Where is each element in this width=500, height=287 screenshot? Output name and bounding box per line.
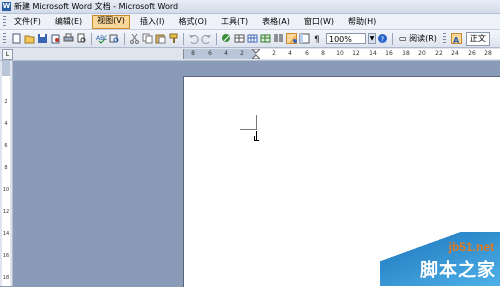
standard-toolbar: ABC ¶ 100% ▼ ? ▭ 阅读(R) A 正文 — [0, 30, 500, 48]
watermark-site: jb51.net — [448, 240, 494, 254]
permission-icon[interactable] — [50, 33, 61, 44]
menu-table[interactable]: 表格(A) — [258, 16, 294, 28]
ruler-tick: 20 — [418, 50, 426, 57]
zoom-dropdown-arrow[interactable]: ▼ — [368, 33, 376, 44]
ruler-tick: 6 — [208, 50, 212, 57]
document-map-icon[interactable] — [299, 33, 310, 44]
v-ruler-tick: 4 — [4, 121, 8, 127]
menu-insert[interactable]: 插入(I) — [136, 16, 169, 28]
menu-view[interactable]: 视图(V) — [92, 14, 130, 29]
redo-icon[interactable] — [201, 33, 212, 44]
print-preview-icon[interactable] — [76, 33, 87, 44]
menu-window[interactable]: 窗口(W) — [300, 16, 338, 28]
toolbar-separator — [183, 32, 184, 45]
ruler-tick: 26 — [468, 50, 476, 57]
watermark-name: 脚本之家 — [420, 260, 496, 280]
styles-formatting-icon[interactable]: A — [450, 33, 462, 45]
reading-layout-button[interactable]: ▭ 阅读(R) — [396, 33, 440, 45]
toolbar-separator — [216, 32, 217, 45]
menu-bar: 文件(F) 编辑(E) 视图(V) 插入(I) 格式(O) 工具(T) 表格(A… — [0, 14, 500, 30]
research-icon[interactable] — [109, 33, 120, 44]
new-icon[interactable] — [11, 33, 22, 44]
v-ruler-tick: 8 — [4, 165, 8, 171]
ruler-tick: 22 — [435, 50, 443, 57]
ruler-tick: 8 — [191, 50, 195, 57]
ruler-tick: 28 — [484, 50, 492, 57]
insert-excel-icon[interactable] — [260, 33, 271, 44]
save-icon[interactable] — [37, 33, 48, 44]
copy-icon[interactable] — [142, 33, 153, 44]
hyperlink-icon[interactable] — [221, 33, 232, 44]
v-ruler-tick: 16 — [2, 253, 10, 259]
show-hide-icon[interactable]: ¶ — [312, 33, 323, 45]
paste-icon[interactable] — [155, 33, 166, 44]
toolbar-separator — [124, 32, 125, 45]
ruler-tick: 6 — [305, 50, 309, 57]
print-icon[interactable] — [63, 33, 74, 44]
title-bar: W 新建 Microsoft Word 文档 - Microsoft Word — [0, 0, 500, 14]
ruler-tick: 10 — [336, 50, 344, 57]
v-ruler-tick: 10 — [2, 187, 10, 193]
menu-file[interactable]: 文件(F) — [10, 16, 45, 28]
menu-help[interactable]: 帮助(H) — [344, 16, 380, 28]
ruler-tick: 4 — [224, 50, 228, 57]
columns-icon[interactable] — [273, 33, 284, 44]
window-title: 新建 Microsoft Word 文档 - Microsoft Word — [14, 2, 179, 11]
indent-marker-icon[interactable] — [252, 49, 260, 59]
book-icon: ▭ — [399, 33, 407, 43]
ruler-tick: 12 — [352, 50, 360, 57]
v-ruler-tick: 12 — [2, 209, 10, 215]
ruler-tick: 2 — [240, 50, 244, 57]
text-cursor-mark — [254, 136, 259, 141]
formatting-toolbar-grip[interactable] — [442, 33, 446, 44]
horizontal-ruler[interactable]: 8 6 4 2 2 4 6 8 10 12 14 16 18 20 22 24 … — [183, 49, 500, 59]
toolbar-separator — [91, 32, 92, 45]
drawing-icon[interactable] — [286, 33, 297, 44]
v-ruler-tick: 18 — [2, 275, 10, 281]
svg-text:ABC: ABC — [96, 35, 107, 42]
menubar-grip-handle[interactable] — [3, 16, 6, 27]
ruler-tick: 24 — [451, 50, 459, 57]
reading-layout-label: 阅读(R) — [409, 33, 437, 43]
horizontal-ruler-bar: L 8 6 4 2 2 4 6 8 10 12 14 16 18 20 22 2… — [0, 48, 500, 61]
svg-text:A: A — [453, 36, 460, 45]
help-icon[interactable]: ? — [377, 33, 388, 44]
margin-crop-mark — [256, 115, 257, 130]
open-icon[interactable] — [24, 33, 35, 44]
v-ruler-tick: 14 — [2, 231, 10, 237]
ruler-tick: 14 — [369, 50, 377, 57]
ruler-tick: 2 — [272, 50, 276, 57]
v-ruler-tick: 6 — [4, 143, 8, 149]
toolbar-grip-handle[interactable] — [3, 33, 6, 44]
word-app-icon[interactable]: W — [2, 2, 11, 11]
menu-edit[interactable]: 编辑(E) — [51, 16, 86, 28]
v-ruler-tick: 2 — [4, 99, 8, 105]
toolbar-separator — [392, 32, 393, 45]
insert-table-icon[interactable] — [247, 33, 258, 44]
svg-text:¶: ¶ — [314, 35, 320, 44]
menu-tools[interactable]: 工具(T) — [217, 16, 252, 28]
ruler-tick: 16 — [385, 50, 393, 57]
ruler-tick: 8 — [321, 50, 325, 57]
ruler-tick: 4 — [288, 50, 292, 57]
tab-selector[interactable]: L — [2, 49, 13, 60]
menu-format[interactable]: 格式(O) — [174, 16, 211, 28]
spelling-icon[interactable]: ABC — [96, 33, 108, 44]
zoom-input[interactable]: 100% — [326, 33, 366, 44]
vertical-ruler-top-margin — [2, 61, 10, 76]
vertical-ruler[interactable]: 2 4 6 8 10 12 14 16 18 — [0, 61, 13, 286]
format-painter-icon[interactable] — [168, 33, 179, 44]
cut-icon[interactable] — [129, 33, 140, 44]
undo-icon[interactable] — [188, 33, 199, 44]
svg-text:?: ? — [381, 36, 385, 44]
tables-borders-icon[interactable] — [234, 33, 245, 44]
style-select[interactable]: 正文 — [465, 31, 490, 46]
ruler-tick: 18 — [402, 50, 410, 57]
margin-crop-mark — [240, 129, 256, 130]
